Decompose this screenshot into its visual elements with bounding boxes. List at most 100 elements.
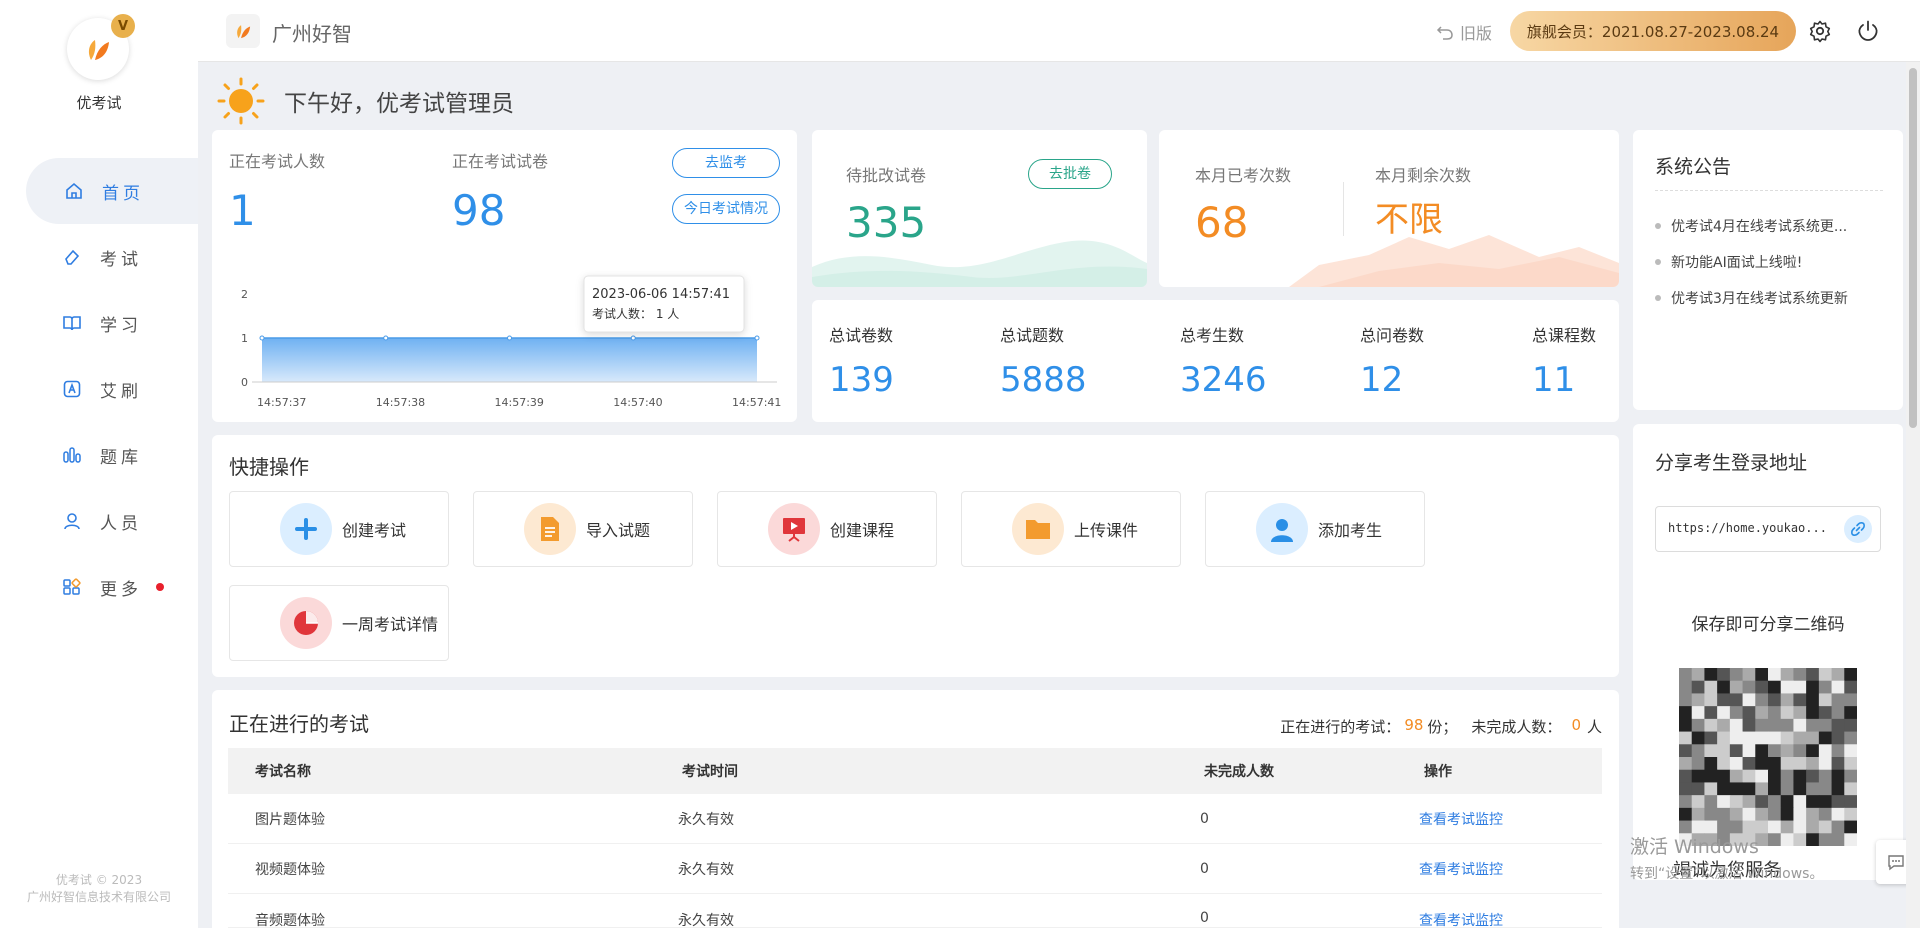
view-monitor-link[interactable]: 查看考试监控 bbox=[1419, 809, 1503, 829]
view-monitor-link[interactable]: 查看考试监控 bbox=[1419, 859, 1503, 879]
qr-cell bbox=[1793, 820, 1807, 834]
qr-cell bbox=[1818, 795, 1833, 809]
qr-cell bbox=[1691, 693, 1705, 707]
total-label: 总试题数 bbox=[1000, 326, 1065, 345]
table-header: 考试名称 考试时间 未完成人数 操作 bbox=[228, 748, 1602, 794]
qr-cell bbox=[1679, 668, 1693, 682]
qr-cell bbox=[1729, 744, 1744, 758]
scrollbar-thumb[interactable] bbox=[1909, 68, 1917, 428]
nav-item-question-bank[interactable]: 题库 bbox=[0, 422, 198, 488]
remain-label: 本月剩余次数 bbox=[1375, 166, 1472, 185]
qr-cell bbox=[1717, 731, 1731, 745]
qr-cell bbox=[1691, 668, 1705, 682]
logout-button[interactable] bbox=[1856, 19, 1880, 43]
qr-cell bbox=[1844, 693, 1857, 707]
qr-cell bbox=[1679, 782, 1693, 796]
qr-cell bbox=[1780, 833, 1794, 846]
qr-cell bbox=[1679, 757, 1693, 771]
nav-item-exam[interactable]: 考试 bbox=[0, 224, 198, 290]
share-url-box[interactable]: https://home.youkao... bbox=[1655, 506, 1881, 552]
bullet-dot bbox=[1655, 223, 1661, 229]
grading-value: 335 bbox=[846, 198, 927, 247]
nav-label: 学习 bbox=[100, 315, 142, 336]
qr-cell bbox=[1806, 693, 1820, 707]
topbar: 广州好智 旧版 旗舰会员：2021.08.27-2023.08.24 bbox=[198, 0, 1920, 62]
nav-item-brush[interactable]: 艾刷 bbox=[0, 356, 198, 422]
upload-courseware-button[interactable]: 上传课件 bbox=[961, 491, 1181, 567]
create-exam-button[interactable]: 创建考试 bbox=[229, 491, 449, 567]
qr-cell bbox=[1780, 769, 1794, 783]
copy-link-button[interactable] bbox=[1844, 515, 1872, 543]
settings-button[interactable] bbox=[1808, 19, 1832, 43]
qa-label: 创建课程 bbox=[830, 521, 895, 540]
app-logo[interactable]: V bbox=[67, 14, 135, 80]
weekly-exam-detail-button[interactable]: 一周考试详情 bbox=[229, 585, 449, 661]
data-point bbox=[754, 335, 760, 341]
qr-cell bbox=[1844, 769, 1857, 783]
grading-button[interactable]: 去批卷 bbox=[1028, 159, 1112, 189]
qr-cell bbox=[1755, 680, 1769, 694]
import-questions-button[interactable]: 导入试题 bbox=[473, 491, 693, 567]
qr-cell bbox=[1742, 820, 1756, 834]
totals-card: 总试卷数 139 总试题数 5888 总考生数 3246 总问卷数 12 总课程… bbox=[812, 300, 1619, 422]
data-point bbox=[259, 335, 265, 341]
sidebar-footer: 优考试 © 2023 广州好智信息技术有限公司 bbox=[0, 872, 198, 906]
qr-cell bbox=[1729, 718, 1744, 733]
eraser-icon bbox=[60, 245, 84, 269]
notice-item[interactable]: 优考试3月在线考试系统更新 bbox=[1655, 280, 1885, 316]
nav-item-more[interactable]: 更多 bbox=[0, 554, 198, 620]
nav-item-home[interactable]: 首页 bbox=[26, 158, 198, 224]
leaf-logo-icon bbox=[237, 25, 251, 39]
qr-cell bbox=[1793, 693, 1807, 707]
nav-label: 首页 bbox=[102, 183, 144, 204]
quick-actions-card: 快捷操作 创建考试 导入试题 创建课程 上传课件 添加考生 一周考试详情 bbox=[212, 435, 1619, 677]
qr-cell bbox=[1793, 731, 1807, 745]
data-point bbox=[630, 335, 636, 341]
y-tick-label: 2 bbox=[241, 288, 248, 301]
qr-cell bbox=[1742, 731, 1756, 745]
leaf-logo-icon bbox=[88, 40, 109, 60]
qr-cell bbox=[1768, 757, 1782, 771]
qr-cell bbox=[1704, 833, 1718, 846]
qr-cell bbox=[1793, 833, 1807, 846]
notice-item[interactable]: 新功能AI面试上线啦! bbox=[1655, 244, 1885, 280]
exam-name: 图片题体验 bbox=[255, 811, 325, 828]
monitor-button[interactable]: 去监考 bbox=[672, 148, 780, 178]
live-exam-card: 正在考试人数 1 正在考试试卷 98 去监考 今日考试情况 0 1 2 14:57:… bbox=[212, 130, 797, 422]
nav-item-study[interactable]: 学习 bbox=[0, 290, 198, 356]
total-value: 11 bbox=[1532, 360, 1576, 400]
chat-icon bbox=[1888, 855, 1904, 871]
link-icon bbox=[1851, 522, 1865, 536]
share-url: https://home.youkao... bbox=[1668, 521, 1827, 535]
qr-cell bbox=[1691, 744, 1705, 758]
add-examinee-button[interactable]: 添加考生 bbox=[1205, 491, 1425, 567]
qr-cell bbox=[1806, 807, 1820, 822]
qr-cell bbox=[1729, 795, 1744, 809]
notice-list: 优考试4月在线考试系统更... 新功能AI面试上线啦! 优考试3月在线考试系统更… bbox=[1655, 208, 1885, 316]
qr-cell bbox=[1717, 757, 1731, 771]
notice-item[interactable]: 优考试4月在线考试系统更... bbox=[1655, 208, 1885, 244]
qr-cell bbox=[1844, 680, 1857, 694]
qr-cell bbox=[1729, 706, 1744, 720]
qr-cell bbox=[1831, 680, 1845, 694]
qr-cell bbox=[1755, 757, 1769, 771]
notification-dot bbox=[156, 583, 164, 591]
qr-cell bbox=[1793, 795, 1807, 809]
qr-cell bbox=[1818, 693, 1833, 707]
membership-badge[interactable]: 旗舰会员：2021.08.27-2023.08.24 bbox=[1510, 11, 1796, 51]
quick-title: 快捷操作 bbox=[229, 455, 309, 479]
today-exam-button[interactable]: 今日考试情况 bbox=[672, 194, 780, 224]
monthly-usage-card: 本月已考次数 68 本月剩余次数 不限 bbox=[1159, 130, 1619, 287]
qr-cell bbox=[1742, 744, 1756, 758]
create-course-button[interactable]: 创建课程 bbox=[717, 491, 937, 567]
notice-text: 优考试3月在线考试系统更新 bbox=[1671, 291, 1848, 307]
scrollbar-track[interactable] bbox=[1906, 62, 1920, 928]
old-version-link[interactable]: 旧版 bbox=[1436, 20, 1492, 44]
copyright: 优考试 © 2023 bbox=[55, 873, 143, 887]
nav-item-people[interactable]: 人员 bbox=[0, 488, 198, 554]
qr-cell bbox=[1755, 769, 1769, 783]
qr-cell bbox=[1768, 718, 1782, 733]
qr-cell bbox=[1806, 706, 1820, 720]
qr-cell bbox=[1755, 668, 1769, 682]
view-monitor-link[interactable]: 查看考试监控 bbox=[1419, 910, 1503, 927]
